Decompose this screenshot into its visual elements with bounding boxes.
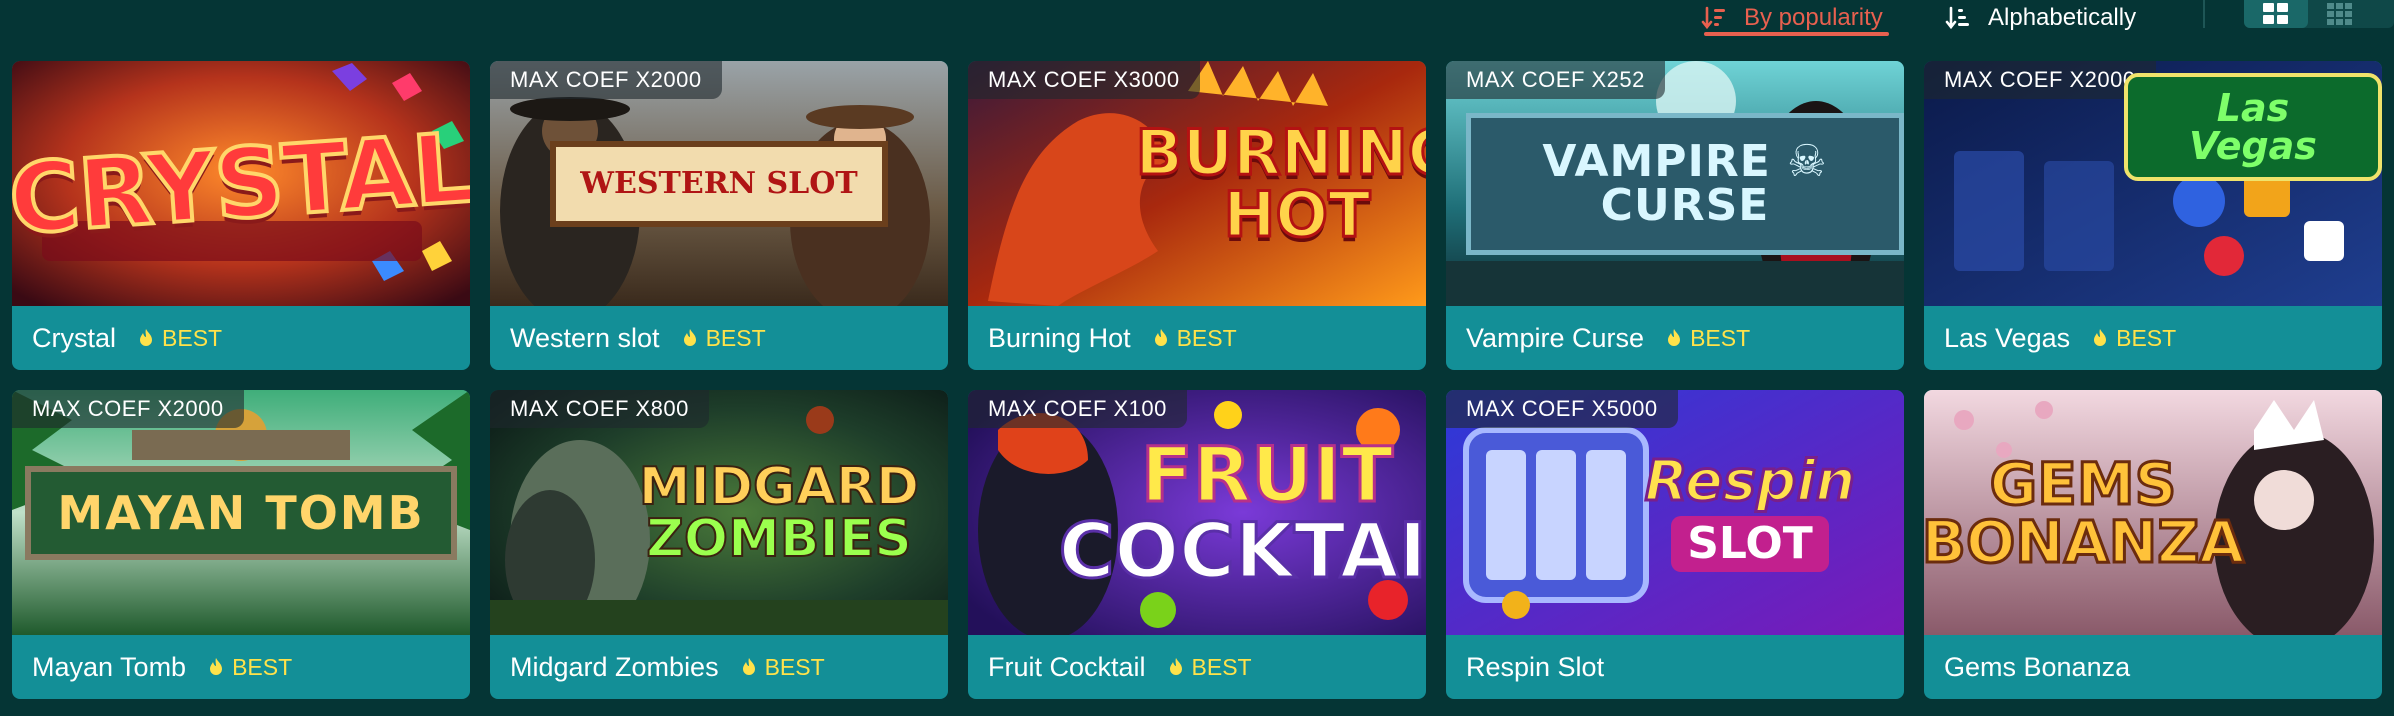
game-title: Western slot	[510, 322, 660, 353]
game-logo: MAYAN TOMB	[12, 390, 470, 635]
game-title: Burning Hot	[988, 322, 1131, 353]
best-badge: BEST	[1666, 325, 1750, 352]
game-caption: Respin Slot	[1446, 635, 1904, 699]
game-title: Midgard Zombies	[510, 651, 719, 682]
flame-icon	[683, 329, 696, 346]
game-title: Mayan Tomb	[32, 651, 187, 682]
game-logo: VAMPIRE ☠ CURSE	[1446, 61, 1904, 306]
sort-alphabetically-label: Alphabetically	[1988, 4, 2137, 31]
best-label: BEST	[1690, 324, 1751, 351]
game-title: Respin Slot	[1466, 651, 1605, 682]
game-thumbnail[interactable]: MAX COEF X2000 WESTERN SLOT	[490, 61, 948, 306]
best-label: BEST	[705, 324, 766, 351]
game-card-las-vegas[interactable]: MAX COEF X2000 Las Vegas Las Vegas BEST	[1924, 61, 2382, 370]
game-card-western-slot[interactable]: MAX COEF X2000 WESTERN SLOT Western slot…	[490, 61, 948, 370]
game-thumbnail[interactable]: MAX COEF X2000 MAYAN TOMB	[12, 390, 470, 635]
best-badge: BEST	[138, 325, 222, 352]
best-label: BEST	[1191, 653, 1252, 680]
best-label: BEST	[2116, 324, 2177, 351]
flame-icon	[742, 658, 755, 675]
game-logo: Respin SLOT	[1446, 390, 1904, 635]
game-card-mayan-tomb[interactable]: MAX COEF X2000 MAYAN TOMB Mayan Tomb BES…	[12, 390, 470, 699]
game-logo: MIDGARD ZOMBIES	[638, 456, 920, 569]
flame-icon	[140, 329, 153, 346]
game-caption: Vampire Curse BEST	[1446, 306, 1904, 370]
large-grid-icon	[2263, 3, 2288, 24]
game-logo: Las Vegas	[1924, 61, 2382, 306]
small-grid-icon	[2327, 3, 2352, 25]
game-title: Gems Bonanza	[1944, 651, 2131, 682]
game-caption: Mayan Tomb BEST	[12, 635, 470, 699]
game-title: Las Vegas	[1944, 322, 2071, 353]
best-badge: BEST	[208, 654, 292, 681]
best-label: BEST	[162, 324, 223, 351]
game-caption: Gems Bonanza	[1924, 635, 2382, 699]
games-grid: CRYSTAL Crystal BEST MAX COEF X2000 WEST…	[12, 61, 2394, 699]
game-card-midgard-zombies[interactable]: MAX COEF X800 MIDGARD ZOMBIES Midgard Zom…	[490, 390, 948, 699]
best-badge: BEST	[1168, 654, 1252, 681]
best-label: BEST	[764, 653, 825, 680]
game-logo: FRUITCOCKTAIL	[1057, 429, 1426, 595]
best-badge: BEST	[2092, 325, 2176, 352]
game-thumbnail[interactable]: CRYSTAL	[12, 61, 470, 306]
sort-alphabetical-icon	[1945, 6, 1969, 30]
game-caption: Fruit Cocktail BEST	[968, 635, 1426, 699]
flame-icon	[2094, 329, 2107, 346]
game-caption: Midgard Zombies BEST	[490, 635, 948, 699]
best-label: BEST	[1176, 324, 1237, 351]
toolbar-divider	[2203, 0, 2205, 28]
game-card-gems-bonanza[interactable]: GEMS BONANZA Gems Bonanza	[1924, 390, 2382, 699]
game-thumbnail[interactable]: MAX COEF X3000 BURNINGHOT	[968, 61, 1426, 306]
game-caption: Burning Hot BEST	[968, 306, 1426, 370]
game-logo: WESTERN SLOT	[490, 61, 948, 306]
best-badge: BEST	[1153, 325, 1237, 352]
flame-icon	[1169, 658, 1182, 675]
game-thumbnail[interactable]: GEMS BONANZA	[1924, 390, 2382, 635]
game-title: Fruit Cocktail	[988, 651, 1146, 682]
sort-alphabetically[interactable]: Alphabetically	[1944, 0, 2136, 36]
game-card-vampire-curse[interactable]: MAX COEF X252 VAMPIRE ☠ CURSE Vampire Cu…	[1446, 61, 1904, 370]
large-grid-view-button[interactable]	[2244, 0, 2308, 28]
best-label: BEST	[232, 653, 293, 680]
game-thumbnail[interactable]: MAX COEF X252 VAMPIRE ☠ CURSE	[1446, 61, 1904, 306]
game-title: Vampire Curse	[1466, 322, 1645, 353]
game-logo: CRYSTAL	[12, 109, 470, 257]
active-sort-indicator	[1704, 32, 1889, 36]
game-logo: BURNINGHOT	[1134, 115, 1426, 251]
catalog-toolbar: By popularity Alphabetically	[0, 0, 2394, 50]
game-card-crystal[interactable]: CRYSTAL Crystal BEST	[12, 61, 470, 370]
game-thumbnail[interactable]: MAX COEF X2000 Las Vegas	[1924, 61, 2382, 306]
flame-icon	[210, 658, 223, 675]
view-toggle	[2244, 0, 2394, 28]
game-card-respin-slot[interactable]: MAX COEF X5000 Respin SLOT Respin Slot	[1446, 390, 1904, 699]
game-thumbnail[interactable]: MAX COEF X100 FRUITCOCKTAIL	[968, 390, 1426, 635]
game-card-fruit-cocktail[interactable]: MAX COEF X100 FRUITCOCKTAIL Fruit Cockta…	[968, 390, 1426, 699]
sort-by-popularity-label: By popularity	[1744, 4, 1883, 31]
game-logo: GEMS BONANZA	[1924, 449, 2246, 576]
game-card-burning-hot[interactable]: MAX COEF X3000 BURNINGHOT Burning Hot BE…	[968, 61, 1426, 370]
small-grid-view-button[interactable]	[2308, 0, 2372, 28]
flame-icon	[1154, 329, 1167, 346]
game-thumbnail[interactable]: MAX COEF X5000 Respin SLOT	[1446, 390, 1904, 635]
flame-icon	[1668, 329, 1681, 346]
game-title: Crystal	[32, 322, 117, 353]
game-caption: Western slot BEST	[490, 306, 948, 370]
game-caption: Crystal BEST	[12, 306, 470, 370]
game-thumbnail[interactable]: MAX COEF X800 MIDGARD ZOMBIES	[490, 390, 948, 635]
sort-by-popularity[interactable]: By popularity	[1700, 0, 1889, 36]
best-badge: BEST	[741, 654, 825, 681]
game-caption: Las Vegas BEST	[1924, 306, 2382, 370]
best-badge: BEST	[682, 325, 766, 352]
sort-descending-icon	[1701, 6, 1725, 30]
